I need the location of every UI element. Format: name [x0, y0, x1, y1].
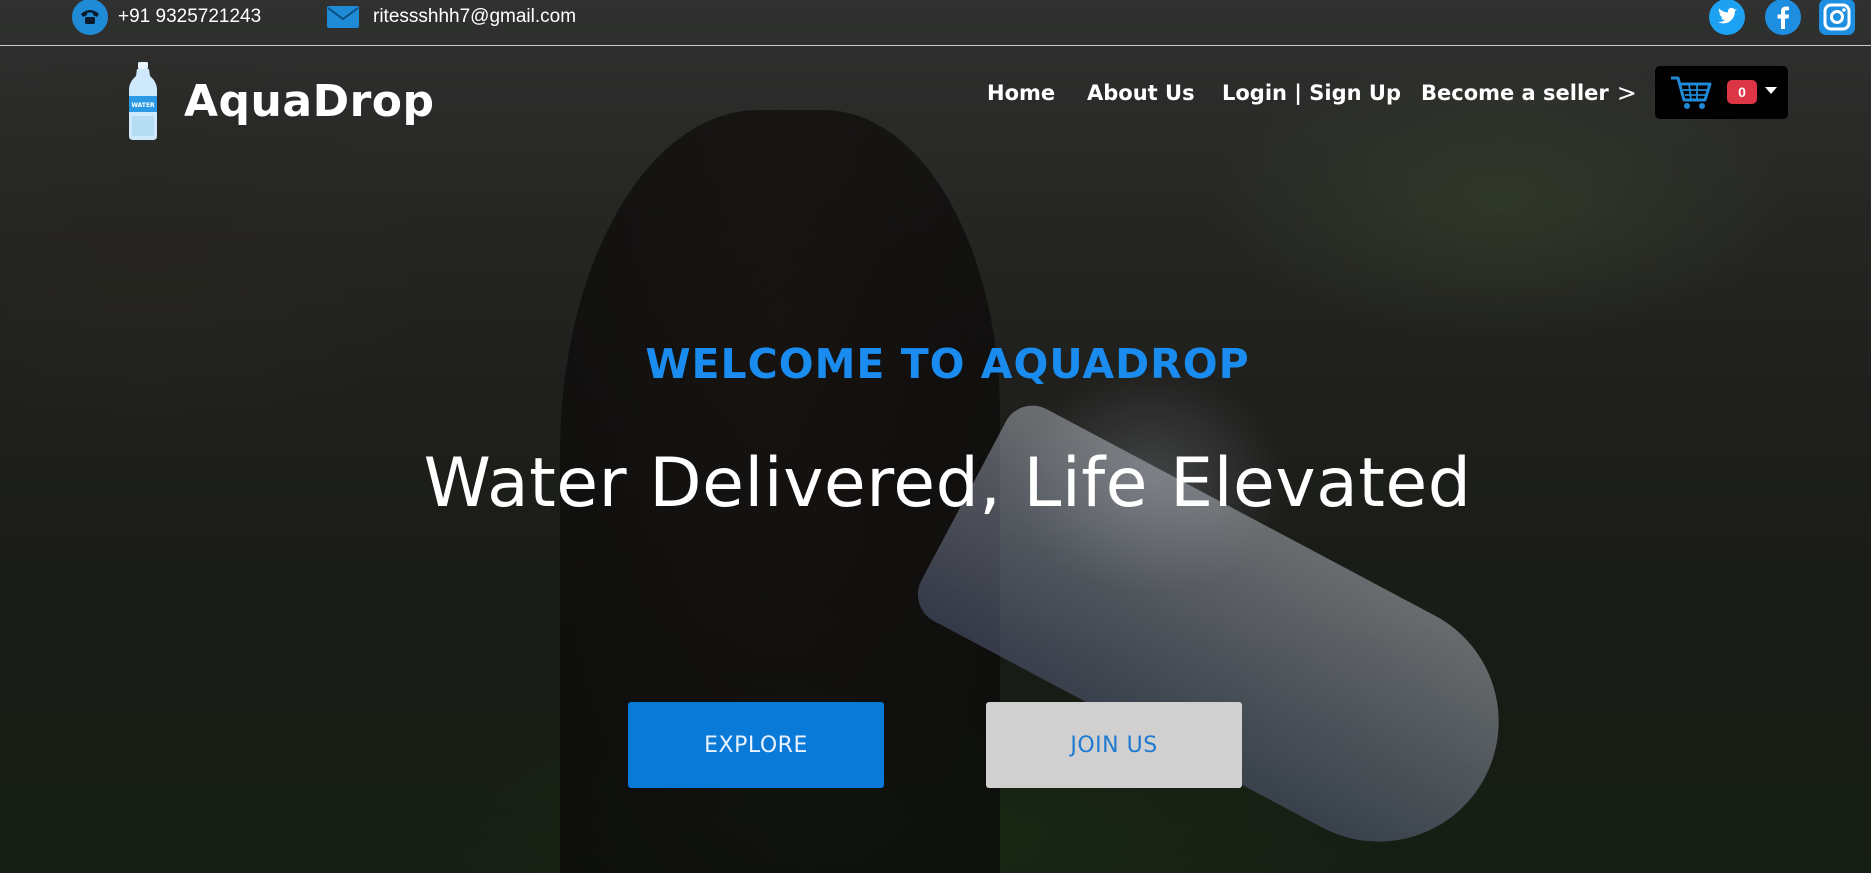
facebook-link[interactable]: [1764, 0, 1802, 35]
instagram-icon: [1819, 0, 1855, 35]
nav-become-seller[interactable]: Become a seller >: [1421, 78, 1637, 108]
bottle-label: WATER: [131, 102, 155, 109]
nav-about[interactable]: About Us: [1087, 78, 1195, 108]
nav-home-label[interactable]: Home: [987, 81, 1055, 105]
email-contact[interactable]: ritessshhh7@gmail.com: [326, 0, 576, 34]
instagram-link[interactable]: [1818, 0, 1856, 35]
mail-icon: [327, 6, 359, 28]
phone-icon: [72, 0, 108, 35]
twitter-icon: [1709, 0, 1745, 35]
join-us-button[interactable]: JOIN US: [986, 702, 1242, 788]
explore-button[interactable]: EXPLORE: [628, 702, 884, 788]
hero-tagline: Water Delivered, Life Elevated: [423, 444, 1472, 523]
cart-count-badge: 0: [1727, 80, 1757, 104]
nav-seller-label[interactable]: Become a seller: [1421, 81, 1609, 105]
water-bottle-icon: WATER: [129, 62, 157, 140]
contact-bar: +91 9325721243 ritessshhh7@gmail.com: [0, 0, 1871, 46]
nav-login-signup[interactable]: Login | Sign Up: [1222, 78, 1401, 108]
brand-name: AquaDrop: [184, 75, 435, 127]
nav-about-label[interactable]: About Us: [1087, 81, 1195, 105]
email-address: ritessshhh7@gmail.com: [373, 6, 577, 27]
chevron-right-icon: >: [1616, 79, 1637, 107]
cart-dropdown-button[interactable]: 0: [1655, 66, 1788, 119]
nav-login-label[interactable]: Login | Sign Up: [1222, 81, 1401, 105]
phone-contact[interactable]: +91 9325721243: [72, 0, 262, 35]
nav-home[interactable]: Home: [987, 78, 1055, 108]
brand-logo[interactable]: WATER AquaDrop: [128, 62, 435, 140]
facebook-icon: [1765, 0, 1801, 35]
phone-number: +91 9325721243: [118, 6, 262, 27]
caret-down-icon: [1765, 87, 1777, 94]
hero-welcome-heading: WELCOME TO AQUADROP: [645, 340, 1250, 388]
cart-icon: [1671, 76, 1712, 109]
twitter-link[interactable]: [1708, 0, 1746, 35]
